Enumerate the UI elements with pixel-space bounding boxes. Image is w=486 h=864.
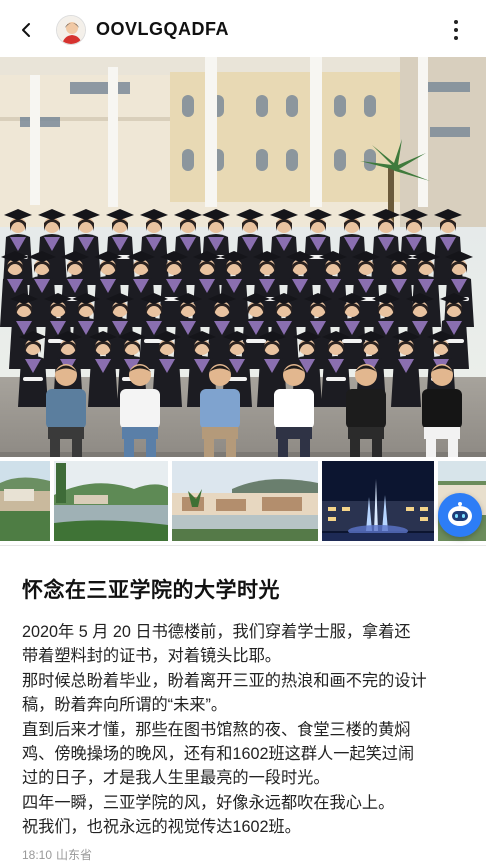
post-line: 鸡、傍晚操场的晚风，还有和1602班这群人一起笑过闹 (22, 745, 415, 764)
more-button[interactable] (444, 17, 468, 43)
post-time: 18:10 (22, 848, 53, 862)
post-line: 那时候总盼着毕业，盼着离开三亚的热浪和画不完的设计 (22, 671, 427, 690)
assistant-button[interactable] (438, 493, 482, 537)
post-line: 祝我们，也祝永远的视觉传达1602班。 (22, 818, 301, 837)
more-vertical-icon (454, 20, 458, 24)
post-body: 2020年 5 月 20 日书德楼前，我们穿着学士服，拿着还 带着塑料封的证书，… (22, 620, 472, 840)
robot-assistant-icon (448, 502, 472, 526)
post-line: 四年一瞬，三亚学院的风，好像永远都吹在我心上。 (22, 793, 395, 812)
thumbnail-4[interactable] (322, 461, 434, 541)
divider (0, 545, 486, 546)
main-photo[interactable] (0, 57, 486, 457)
post-line: 过的日子，才是我人生里最亮的一段时光。 (22, 769, 330, 788)
post-line: 稿，盼着奔向所谓的“未来”。 (22, 696, 228, 715)
post-line: 直到后来才懂，那些在图书馆熬的夜、食堂三楼的黄焖 (22, 720, 411, 739)
post-title: 怀念在三亚学院的大学时光 (22, 579, 280, 602)
username[interactable]: OOVLGQADFA (96, 19, 229, 40)
thumbnail-1[interactable] (0, 461, 50, 541)
post-meta: 18:10 山东省 (22, 846, 92, 863)
post-line: 带着塑料封的证书，对着镜头比耶。 (22, 647, 281, 666)
thumbnail-strip (0, 461, 486, 541)
top-bar: OOVLGQADFA (0, 0, 486, 60)
chevron-left-icon (22, 23, 30, 37)
thumbnail-2[interactable] (54, 461, 168, 541)
post-line: 2020年 5 月 20 日书德楼前，我们穿着学士服，拿着还 (22, 623, 411, 641)
post-location: 山东省 (56, 848, 93, 862)
avatar[interactable] (56, 15, 86, 45)
thumbnail-3[interactable] (172, 461, 318, 541)
back-button[interactable] (14, 18, 38, 42)
